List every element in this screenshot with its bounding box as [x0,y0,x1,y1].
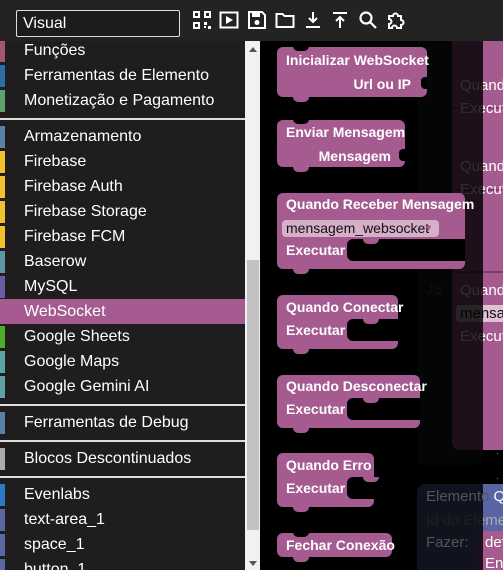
category-ferramentas-de-elemento[interactable]: Ferramentas de Elemento [0,63,245,88]
category-color-swatch [0,508,5,531]
category-color-swatch [0,64,5,87]
category-color-swatch [0,350,5,373]
category-color-swatch [0,533,5,556]
category-google-maps[interactable]: Google Maps [0,349,245,374]
category-button-1[interactable]: button_1 [0,557,245,570]
on-disconnect-block[interactable]: Quando Desconectar Executar [277,375,427,433]
category-blocos-descontinuados[interactable]: Blocos Descontinuados [0,446,245,471]
category-color-swatch [0,300,5,323]
category-label: Firebase Auth [24,177,123,195]
category-sidebar: Funções Ferramentas de Elemento Monetizaçã… [0,41,245,570]
category-mysql[interactable]: MySQL [0,274,245,299]
category-label: Blocos Descontinuados [24,449,192,467]
search-icon[interactable] [357,10,379,30]
folder-icon[interactable] [274,10,296,30]
category-color-swatch [0,89,5,112]
init-websocket-block[interactable]: Inicializar WebSocket Url ou IP [277,46,429,102]
category-label: Ferramentas de Elemento [24,66,209,84]
category-google-gemini-ai[interactable]: Google Gemini AI [0,374,245,399]
qr-code-icon[interactable] [191,10,213,30]
category-label: button_1 [24,560,87,570]
ws-text: def [485,534,503,551]
close-connection-block[interactable]: Fechar Conexão [277,532,395,562]
category-firebase-auth[interactable]: Firebase Auth [0,174,245,199]
category-color-swatch [0,375,5,398]
category-label: Google Sheets [24,327,130,345]
category-color-swatch [0,411,5,434]
category-label: Google Gemini AI [24,377,150,395]
category-websocket[interactable]: WebSocket [0,299,245,324]
category-color-swatch [0,250,5,273]
category-separator [0,440,245,442]
category-label: Firebase FCM [24,227,126,245]
category-color-swatch [0,325,5,348]
category-color-swatch [0,150,5,173]
send-message-block[interactable]: Enviar Mensagem Mensagem [277,119,405,172]
category-firebase-fcm[interactable]: Firebase FCM [0,224,245,249]
category-color-swatch [0,275,5,298]
variable-dropdown[interactable]: mensagem_websocket ▼ [282,220,439,237]
category-color-swatch [0,447,5,470]
category-color-swatch [0,41,5,62]
save-icon[interactable] [246,10,268,30]
category-ferramentas-de-debug[interactable]: Ferramentas de Debug [0,410,245,435]
category-fun-es[interactable]: Funções [0,41,245,63]
category-label: space_1 [24,535,85,553]
category-color-swatch [0,175,5,198]
category-label: text-area_1 [24,510,105,528]
category-color-swatch [0,558,5,570]
category-label: MySQL [24,277,78,295]
category-label: Baserow [24,252,87,270]
category-space-1[interactable]: space_1 [0,532,245,557]
mode-select[interactable] [16,10,180,37]
category-label: Google Maps [24,352,120,370]
element-label: Elemento [426,488,490,505]
do-label: Fazer: [426,534,469,551]
category-separator [0,404,245,406]
category-baserow[interactable]: Baserow [0,249,245,274]
category-color-swatch [0,200,5,223]
scrollbar-thumb[interactable] [247,260,259,530]
download-icon[interactable] [302,10,324,30]
sidebar-scrollbar[interactable] [245,41,260,570]
category-evenlabs[interactable]: Evenlabs [0,482,245,507]
category-label: WebSocket [24,302,106,320]
ws-text: Env [485,555,503,570]
play-icon[interactable] [218,10,240,30]
category-firebase-storage[interactable]: Firebase Storage [0,199,245,224]
category-armazenamento[interactable]: Armazenamento [0,124,245,149]
category-label: Evenlabs [24,485,90,503]
category-label: Firebase Storage [24,202,147,220]
category-monetiza-o-e-pagamento[interactable]: Monetização e Pagamento [0,88,245,113]
category-label: Firebase [24,152,87,170]
category-separator [0,476,245,478]
upload-icon[interactable] [329,10,351,30]
category-label: Ferramentas de Debug [24,413,189,431]
on-connect-block[interactable]: Quando Conectar Executar [277,295,403,354]
category-label: Funções [24,41,86,59]
category-label: Monetização e Pagamento [24,91,215,109]
category-firebase[interactable]: Firebase [0,149,245,174]
category-google-sheets[interactable]: Google Sheets [0,324,245,349]
category-color-swatch [0,225,5,248]
ws-text: Elemento Qu [426,488,503,505]
category-label: Armazenamento [24,127,142,145]
category-separator [0,118,245,120]
toolbar [0,0,503,41]
puzzle-icon[interactable] [385,10,407,30]
dropdown-caret-icon: ▼ [424,223,433,233]
on-message-block[interactable]: Quando Receber Mensagem mensagem_websock… [277,193,474,274]
category-text-area-1[interactable]: text-area_1 [0,507,245,532]
category-color-swatch [0,125,5,148]
category-color-swatch [0,483,5,506]
on-error-block[interactable]: Quando Erro Executar [277,453,379,512]
